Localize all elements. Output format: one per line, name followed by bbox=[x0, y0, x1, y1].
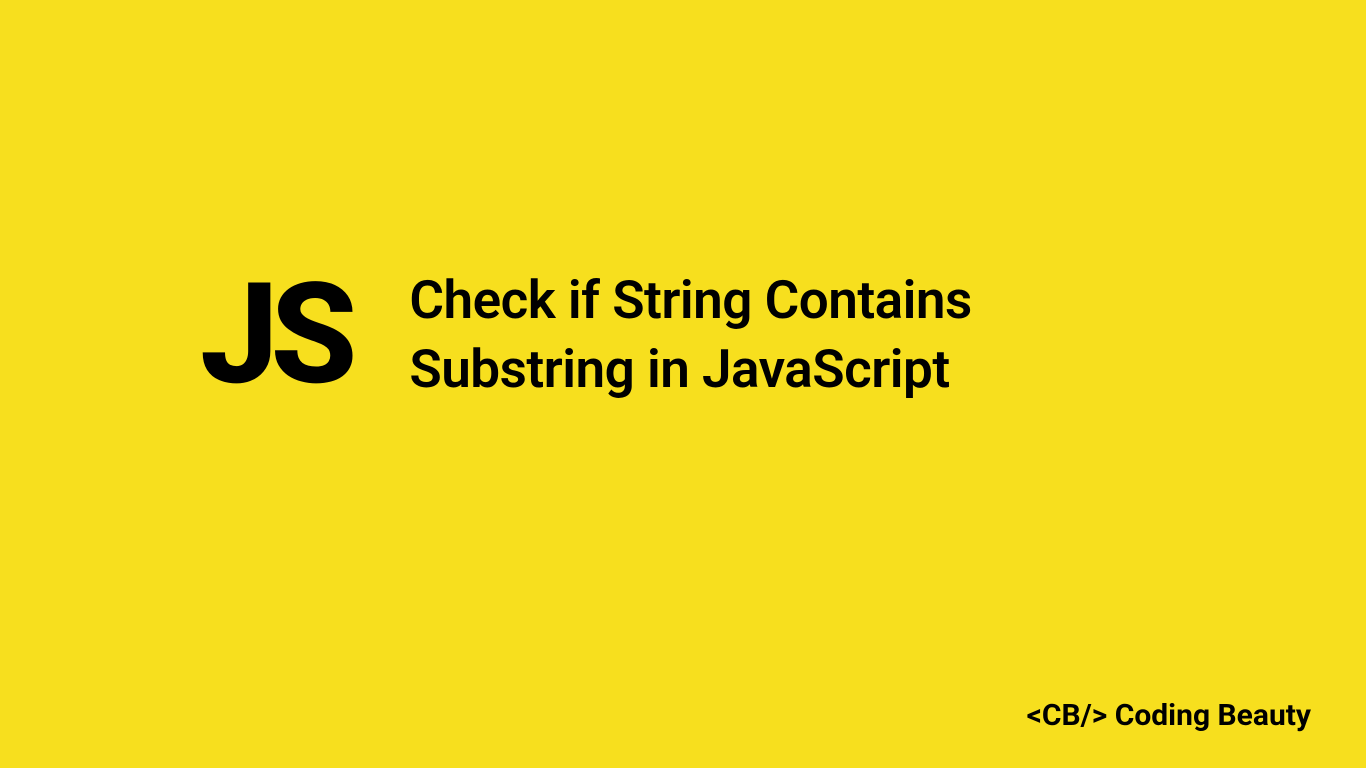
title-line-2: Substring in JavaScript bbox=[409, 335, 971, 404]
js-logo: JS bbox=[200, 265, 349, 405]
article-title: Check if String Contains Substring in Ja… bbox=[409, 266, 971, 404]
brand-tag: <CB/> bbox=[1027, 698, 1108, 733]
title-line-1: Check if String Contains bbox=[409, 266, 971, 335]
brand-name: Coding Beauty bbox=[1115, 698, 1311, 733]
brand-footer: <CB/> Coding Beauty bbox=[1027, 698, 1311, 733]
hero-content: JS Check if String Contains Substring in… bbox=[200, 265, 972, 405]
